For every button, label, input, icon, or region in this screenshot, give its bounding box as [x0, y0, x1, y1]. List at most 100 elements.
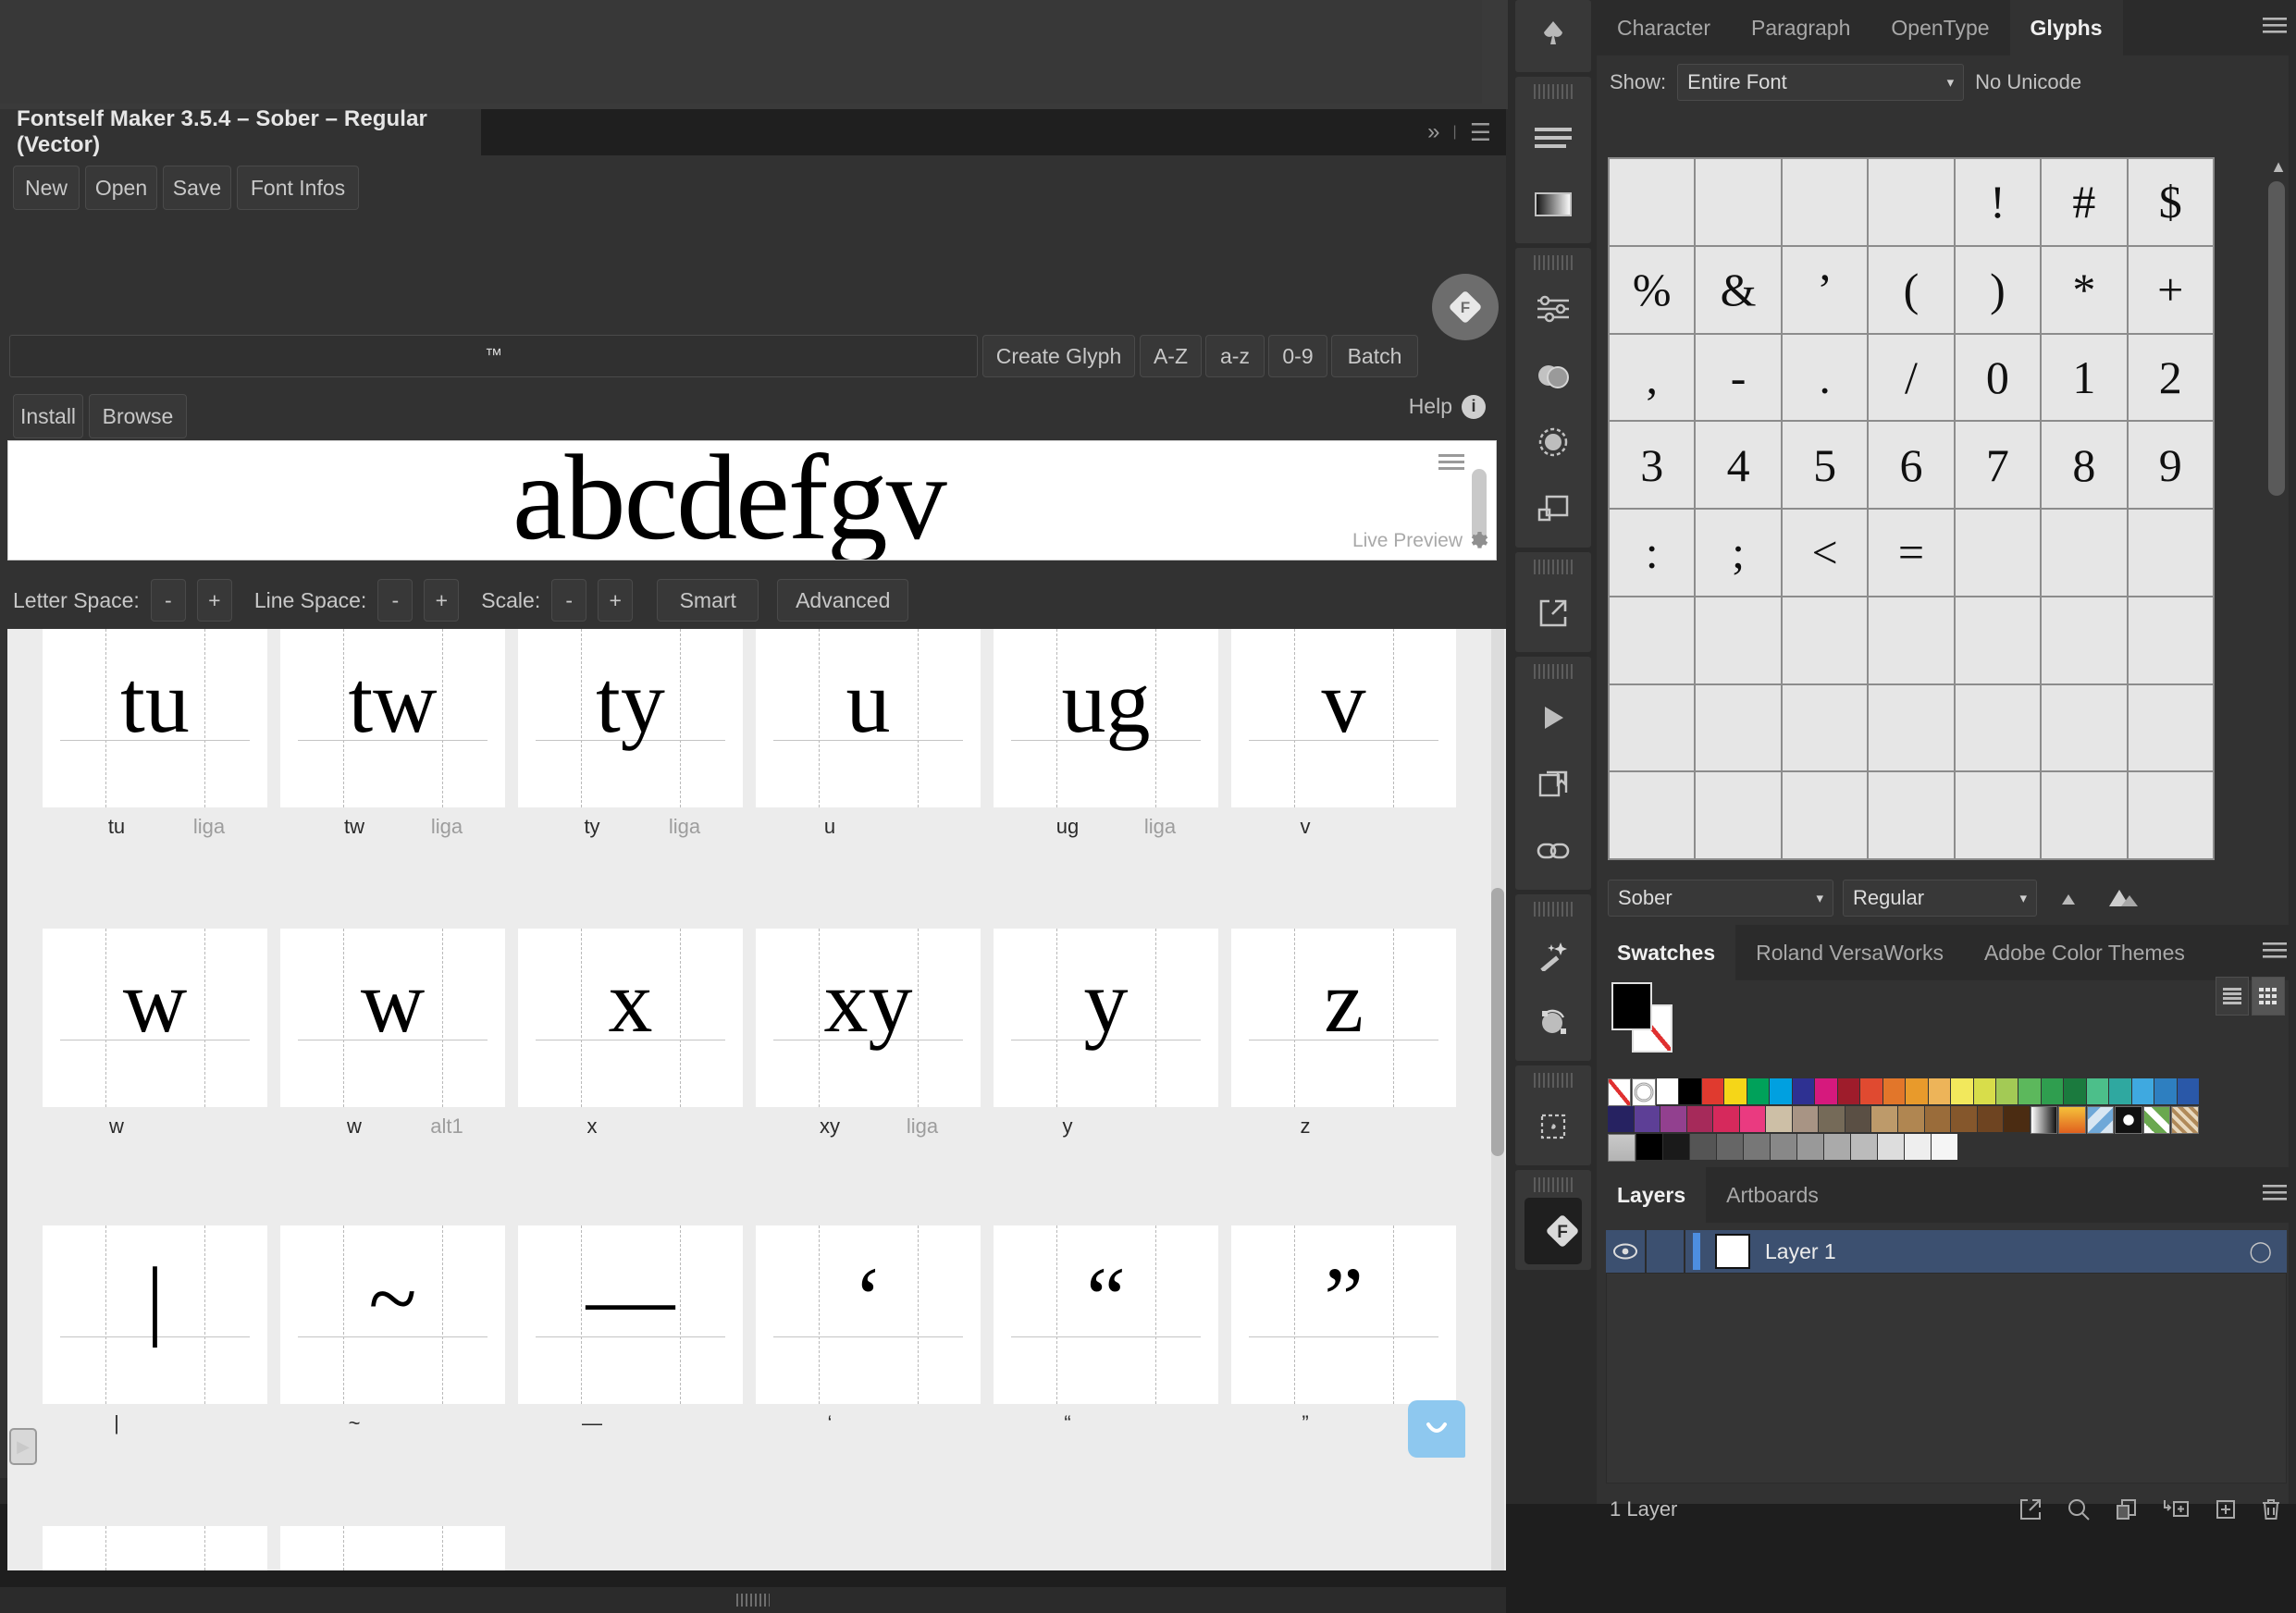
color-swatch[interactable]	[1995, 1078, 2018, 1104]
links-icon[interactable]	[1515, 818, 1591, 884]
glyph-palette-cell-empty[interactable]	[2042, 684, 2127, 771]
install-button[interactable]: Install	[13, 394, 83, 438]
advanced-button[interactable]: Advanced	[777, 579, 909, 622]
help-link[interactable]: Help i	[1409, 394, 1486, 419]
tab-layers[interactable]: Layers	[1597, 1167, 1707, 1223]
letter-space-decrease-button[interactable]: -	[150, 579, 186, 622]
transparency-icon[interactable]	[1515, 342, 1591, 409]
color-swatch[interactable]	[1878, 1134, 1904, 1160]
open-button[interactable]: Open	[85, 166, 157, 210]
color-swatch[interactable]	[1770, 1078, 1792, 1104]
glyph-cell[interactable]: ”	[1231, 1225, 1456, 1404]
rail-grip-icon[interactable]	[1534, 560, 1573, 574]
tab-adobe-color-themes[interactable]: Adobe Color Themes	[1964, 925, 2205, 980]
color-swatch[interactable]	[1819, 1106, 1845, 1132]
align-lines-icon[interactable]	[1515, 105, 1591, 171]
tab-artboards[interactable]: Artboards	[1706, 1167, 1839, 1223]
color-swatch[interactable]	[1882, 1078, 1906, 1104]
glyph-palette-cell[interactable]: +	[2128, 246, 2213, 333]
list-view-icon[interactable]	[2216, 977, 2249, 1016]
locate-object-icon[interactable]	[2067, 1497, 2091, 1521]
color-swatch[interactable]	[1660, 1106, 1686, 1132]
glyph-palette-cell[interactable]: ,	[1610, 334, 1695, 421]
glyph-palette-cell[interactable]: !	[1955, 159, 2041, 245]
glyph-palette-cell-empty[interactable]	[1696, 159, 1781, 245]
effects-icon[interactable]	[1515, 409, 1591, 475]
glyph-palette-cell[interactable]: 5	[1782, 422, 1868, 508]
color-swatch[interactable]	[1747, 1078, 1770, 1104]
color-swatch[interactable]	[1851, 1134, 1877, 1160]
release-to-layers-icon[interactable]	[2018, 1497, 2043, 1521]
color-swatch[interactable]	[1824, 1134, 1850, 1160]
artboard-icon[interactable]	[1515, 1093, 1591, 1160]
color-swatch[interactable]	[1924, 1106, 1951, 1132]
color-swatch[interactable]	[1797, 1134, 1823, 1160]
glyph-palette-cell[interactable]: 8	[2042, 422, 2127, 508]
glyph-cell[interactable]: z	[1231, 929, 1456, 1107]
color-swatch[interactable]	[1898, 1106, 1924, 1132]
color-swatch[interactable]	[1792, 1106, 1819, 1132]
glyph-palette-cell[interactable]: =	[1869, 510, 1954, 596]
glyph-cell[interactable]: xy	[756, 929, 981, 1107]
color-swatch[interactable]	[2041, 1078, 2064, 1104]
glyph-cell[interactable]: ™	[280, 1526, 505, 1570]
glyph-cell[interactable]: ~	[280, 1225, 505, 1404]
glyph-palette-cell-empty[interactable]	[1869, 684, 1954, 771]
color-swatch[interactable]	[1837, 1078, 1860, 1104]
color-swatch[interactable]	[1766, 1106, 1792, 1132]
color-swatch[interactable]	[2154, 1078, 2177, 1104]
smart-button[interactable]: Smart	[657, 579, 759, 622]
glyph-palette-cell[interactable]: *	[2042, 246, 2127, 333]
glyph-name-input[interactable]: ™	[9, 335, 978, 377]
hamburger-icon[interactable]	[1438, 452, 1464, 473]
color-swatch[interactable]	[1739, 1106, 1766, 1132]
digits-range-button[interactable]: 0-9	[1268, 335, 1327, 377]
glyph-palette-cell[interactable]: .	[1782, 334, 1868, 421]
glyph-cell[interactable]: u	[756, 629, 981, 807]
tab-swatches[interactable]: Swatches	[1597, 925, 1736, 980]
color-swatch[interactable]	[1977, 1106, 2004, 1132]
glyph-palette-cell-empty[interactable]	[1696, 597, 1781, 683]
line-space-decrease-button[interactable]: -	[377, 579, 414, 622]
glyph-palette-cell[interactable]: ;	[1696, 510, 1781, 596]
color-swatch[interactable]	[2109, 1078, 2131, 1104]
shape-builder-icon[interactable]	[1515, 989, 1591, 1055]
swatch-row[interactable]	[1608, 1106, 2200, 1134]
glyph-palette-cell[interactable]: $	[2128, 159, 2213, 245]
glyph-cell[interactable]: “	[994, 1225, 1218, 1404]
color-swatch[interactable]	[1701, 1078, 1724, 1104]
lowercase-range-button[interactable]: a-z	[1205, 335, 1265, 377]
color-swatch[interactable]	[1656, 1078, 1679, 1104]
color-swatch[interactable]	[1771, 1134, 1796, 1160]
color-swatch[interactable]	[1973, 1078, 1995, 1104]
fontself-badge-icon[interactable]: F	[1432, 274, 1499, 340]
new-sublayer-icon[interactable]	[2163, 1497, 2191, 1521]
layer-name[interactable]: Layer 1	[1765, 1239, 1836, 1264]
color-swatch[interactable]	[1679, 1078, 1701, 1104]
glyph-palette-cell[interactable]: -	[1696, 334, 1781, 421]
rail-grip-icon[interactable]	[1534, 902, 1573, 917]
glyph-palette-cell-empty[interactable]	[1869, 159, 1954, 245]
magic-wand-icon[interactable]	[1515, 922, 1591, 989]
show-select[interactable]: Entire Font ▾	[1677, 64, 1965, 101]
glyph-palette-grid[interactable]: ! # $% &’() * +, -./0 1 2 3 4 5 6 7 8 9:; < =	[1608, 157, 2215, 860]
glyph-palette-cell-empty[interactable]	[1610, 772, 1695, 858]
color-swatch[interactable]	[1608, 1106, 1634, 1132]
color-swatch[interactable]	[1636, 1134, 1662, 1160]
color-swatch[interactable]	[2177, 1078, 2200, 1104]
large-type-icon[interactable]	[2100, 888, 2148, 908]
create-glyph-button[interactable]: Create Glyph	[982, 335, 1135, 377]
resize-grip-icon[interactable]	[736, 1594, 770, 1607]
duplicate-icon[interactable]	[2115, 1497, 2139, 1521]
save-button[interactable]: Save	[163, 166, 231, 210]
color-swatch[interactable]	[1906, 1078, 1928, 1104]
color-swatch[interactable]	[1724, 1078, 1747, 1104]
appearance-icon[interactable]	[1515, 475, 1591, 542]
expand-panel-icon[interactable]: »	[1427, 119, 1439, 145]
glyph-palette-cell-empty[interactable]	[1782, 772, 1868, 858]
tab-paragraph[interactable]: Paragraph	[1731, 0, 1870, 55]
glyph-cell[interactable]: w	[43, 929, 267, 1107]
tab-opentype[interactable]: OpenType	[1870, 0, 2009, 55]
glyph-palette-cell[interactable]: 0	[1955, 334, 2041, 421]
color-swatch[interactable]	[1815, 1078, 1837, 1104]
